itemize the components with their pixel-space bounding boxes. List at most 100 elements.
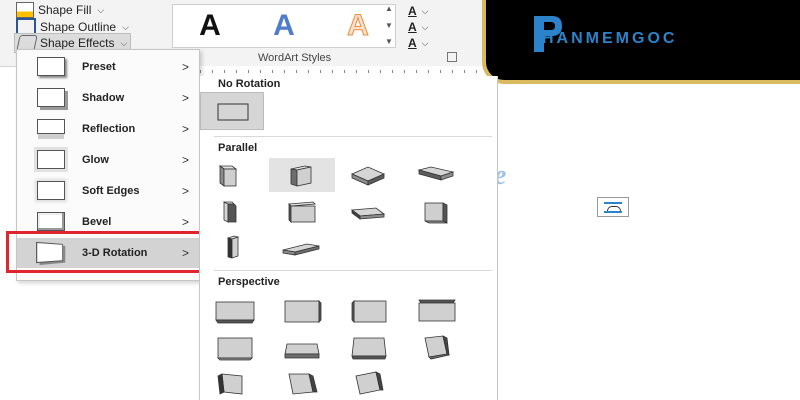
perspective-6-icon — [284, 343, 320, 359]
paint-bucket-icon — [16, 2, 34, 18]
rotation-perspective-1[interactable] — [202, 294, 268, 328]
rotation-perspective-10[interactable] — [269, 366, 335, 400]
rotation-parallel-4[interactable] — [403, 158, 469, 192]
rotation-parallel-8[interactable] — [403, 194, 469, 228]
perspective-9-icon — [217, 373, 243, 395]
rotation-parallel-1[interactable] — [202, 158, 268, 192]
rotation-perspective-5[interactable] — [202, 330, 268, 364]
text-outline-icon: A — [408, 20, 417, 34]
parallel-4-icon — [417, 166, 455, 181]
shape-effects-label: Shape Effects — [40, 36, 115, 50]
menu-item-label: Preset — [82, 61, 116, 73]
menu-item-label: Soft Edges — [82, 185, 140, 197]
rotation-parallel-5[interactable] — [202, 194, 268, 228]
shadow-icon — [37, 88, 65, 107]
rotation-parallel-10[interactable] — [269, 230, 335, 264]
chevron-down-icon: ⌵ — [97, 4, 105, 15]
layout-options-icon[interactable] — [597, 197, 629, 217]
section-title-parallel: Parallel — [218, 142, 258, 154]
parallel-8-icon — [424, 202, 448, 224]
chevron-right-icon: > — [181, 153, 189, 167]
chevron-right-icon: > — [181, 122, 189, 136]
shape-fill-label: Shape Fill — [38, 3, 92, 17]
3d-rotation-gallery: No Rotation Parallel Perspective — [199, 76, 498, 400]
parallel-5-icon — [223, 201, 237, 223]
chevron-down-icon: ⌵ — [421, 37, 429, 48]
bevel-icon — [37, 212, 65, 231]
reflection-icon — [37, 119, 65, 134]
wordart-style-blue[interactable]: A — [273, 9, 295, 43]
rotation-perspective-2[interactable] — [269, 294, 335, 328]
parallel-9-icon — [226, 235, 240, 259]
rotation-no-rotation-icon — [217, 103, 249, 121]
logo-text: HANMEMGOC — [542, 30, 678, 47]
rotation-no-rotation[interactable] — [200, 92, 264, 130]
chevron-right-icon: > — [181, 91, 189, 105]
shape-fill-button[interactable]: Shape Fill ⌵ — [16, 2, 104, 18]
perspective-10-icon — [288, 373, 318, 395]
rotation-parallel-3[interactable] — [336, 158, 402, 192]
wordart-style-orange[interactable]: A — [347, 9, 370, 43]
rotation-perspective-6[interactable] — [269, 330, 335, 364]
perspective-11-icon — [355, 371, 384, 395]
wordart-style-black[interactable]: A — [199, 9, 221, 43]
text-fill-button[interactable]: A ⌵ — [408, 4, 446, 18]
preset-icon — [37, 57, 65, 76]
rotation-perspective-11[interactable] — [336, 366, 402, 400]
perspective-5-icon — [217, 337, 253, 361]
menu-item-label: Glow — [82, 154, 109, 166]
menu-item-glow[interactable]: Glow > — [17, 145, 199, 175]
perspective-2-icon — [284, 300, 322, 323]
wordart-styles-group-label: WordArt Styles — [258, 52, 332, 64]
dialog-launcher-icon[interactable] — [447, 52, 457, 62]
rotation-parallel-6[interactable] — [269, 194, 335, 228]
separator — [214, 270, 492, 271]
highlight-box — [6, 231, 208, 273]
separator — [214, 136, 492, 137]
perspective-3-icon — [351, 300, 387, 323]
chevron-down-icon: ⌵ — [120, 37, 128, 48]
hanmemgoc-logo: HANMEMGOC — [482, 0, 800, 84]
scroll-down-icon[interactable]: ▼ — [385, 21, 393, 30]
rotation-perspective-3[interactable] — [336, 294, 402, 328]
rotation-parallel-9[interactable] — [202, 230, 268, 264]
text-effects-icon: A — [408, 36, 417, 50]
glow-icon — [37, 150, 65, 169]
rotation-parallel-7[interactable] — [336, 194, 402, 228]
parallel-6-icon — [288, 201, 316, 223]
menu-item-label: Reflection — [82, 123, 136, 135]
rotation-perspective-8[interactable] — [403, 330, 469, 364]
perspective-7-icon — [351, 337, 387, 360]
chevron-down-icon: ⌵ — [421, 5, 429, 16]
menu-item-label: Bevel — [82, 216, 112, 228]
menu-item-shadow[interactable]: Shadow > — [17, 83, 199, 113]
text-fill-icon: A — [408, 4, 417, 18]
parallel-2-icon — [290, 165, 312, 187]
rotation-parallel-2[interactable] — [269, 158, 335, 192]
chevron-down-icon: ⌵ — [122, 21, 129, 32]
rotation-perspective-4[interactable] — [403, 294, 469, 328]
rotation-perspective-9[interactable] — [202, 366, 268, 400]
menu-item-reflection[interactable]: Reflection > — [17, 114, 199, 144]
perspective-1-icon — [215, 301, 255, 324]
more-icon[interactable]: ▼ — [385, 37, 393, 46]
scroll-up-icon[interactable]: ▲ — [385, 4, 393, 13]
text-tools: A ⌵ A ⌵ A ⌵ — [404, 4, 448, 52]
rotation-perspective-7[interactable] — [336, 330, 402, 364]
text-outline-button[interactable]: A ⌵ — [408, 20, 446, 34]
text-effects-button[interactable]: A ⌵ — [408, 36, 446, 50]
chevron-right-icon: > — [181, 215, 189, 229]
parallel-1-icon — [218, 165, 238, 187]
chevron-right-icon: > — [181, 184, 189, 198]
chevron-down-icon: ⌵ — [421, 21, 429, 32]
menu-item-soft-edges[interactable]: Soft Edges > — [17, 176, 199, 206]
section-title-no-rotation: No Rotation — [218, 78, 281, 90]
menu-item-preset[interactable]: Preset > — [17, 52, 199, 82]
perspective-4-icon — [418, 299, 456, 322]
parallel-3-icon — [351, 166, 385, 186]
parallel-10-icon — [282, 243, 320, 256]
shape-outline-label: Shape Outline — [40, 20, 117, 34]
parallel-7-icon — [350, 207, 386, 220]
section-title-perspective: Perspective — [218, 276, 280, 288]
soft-edges-icon — [37, 181, 65, 200]
